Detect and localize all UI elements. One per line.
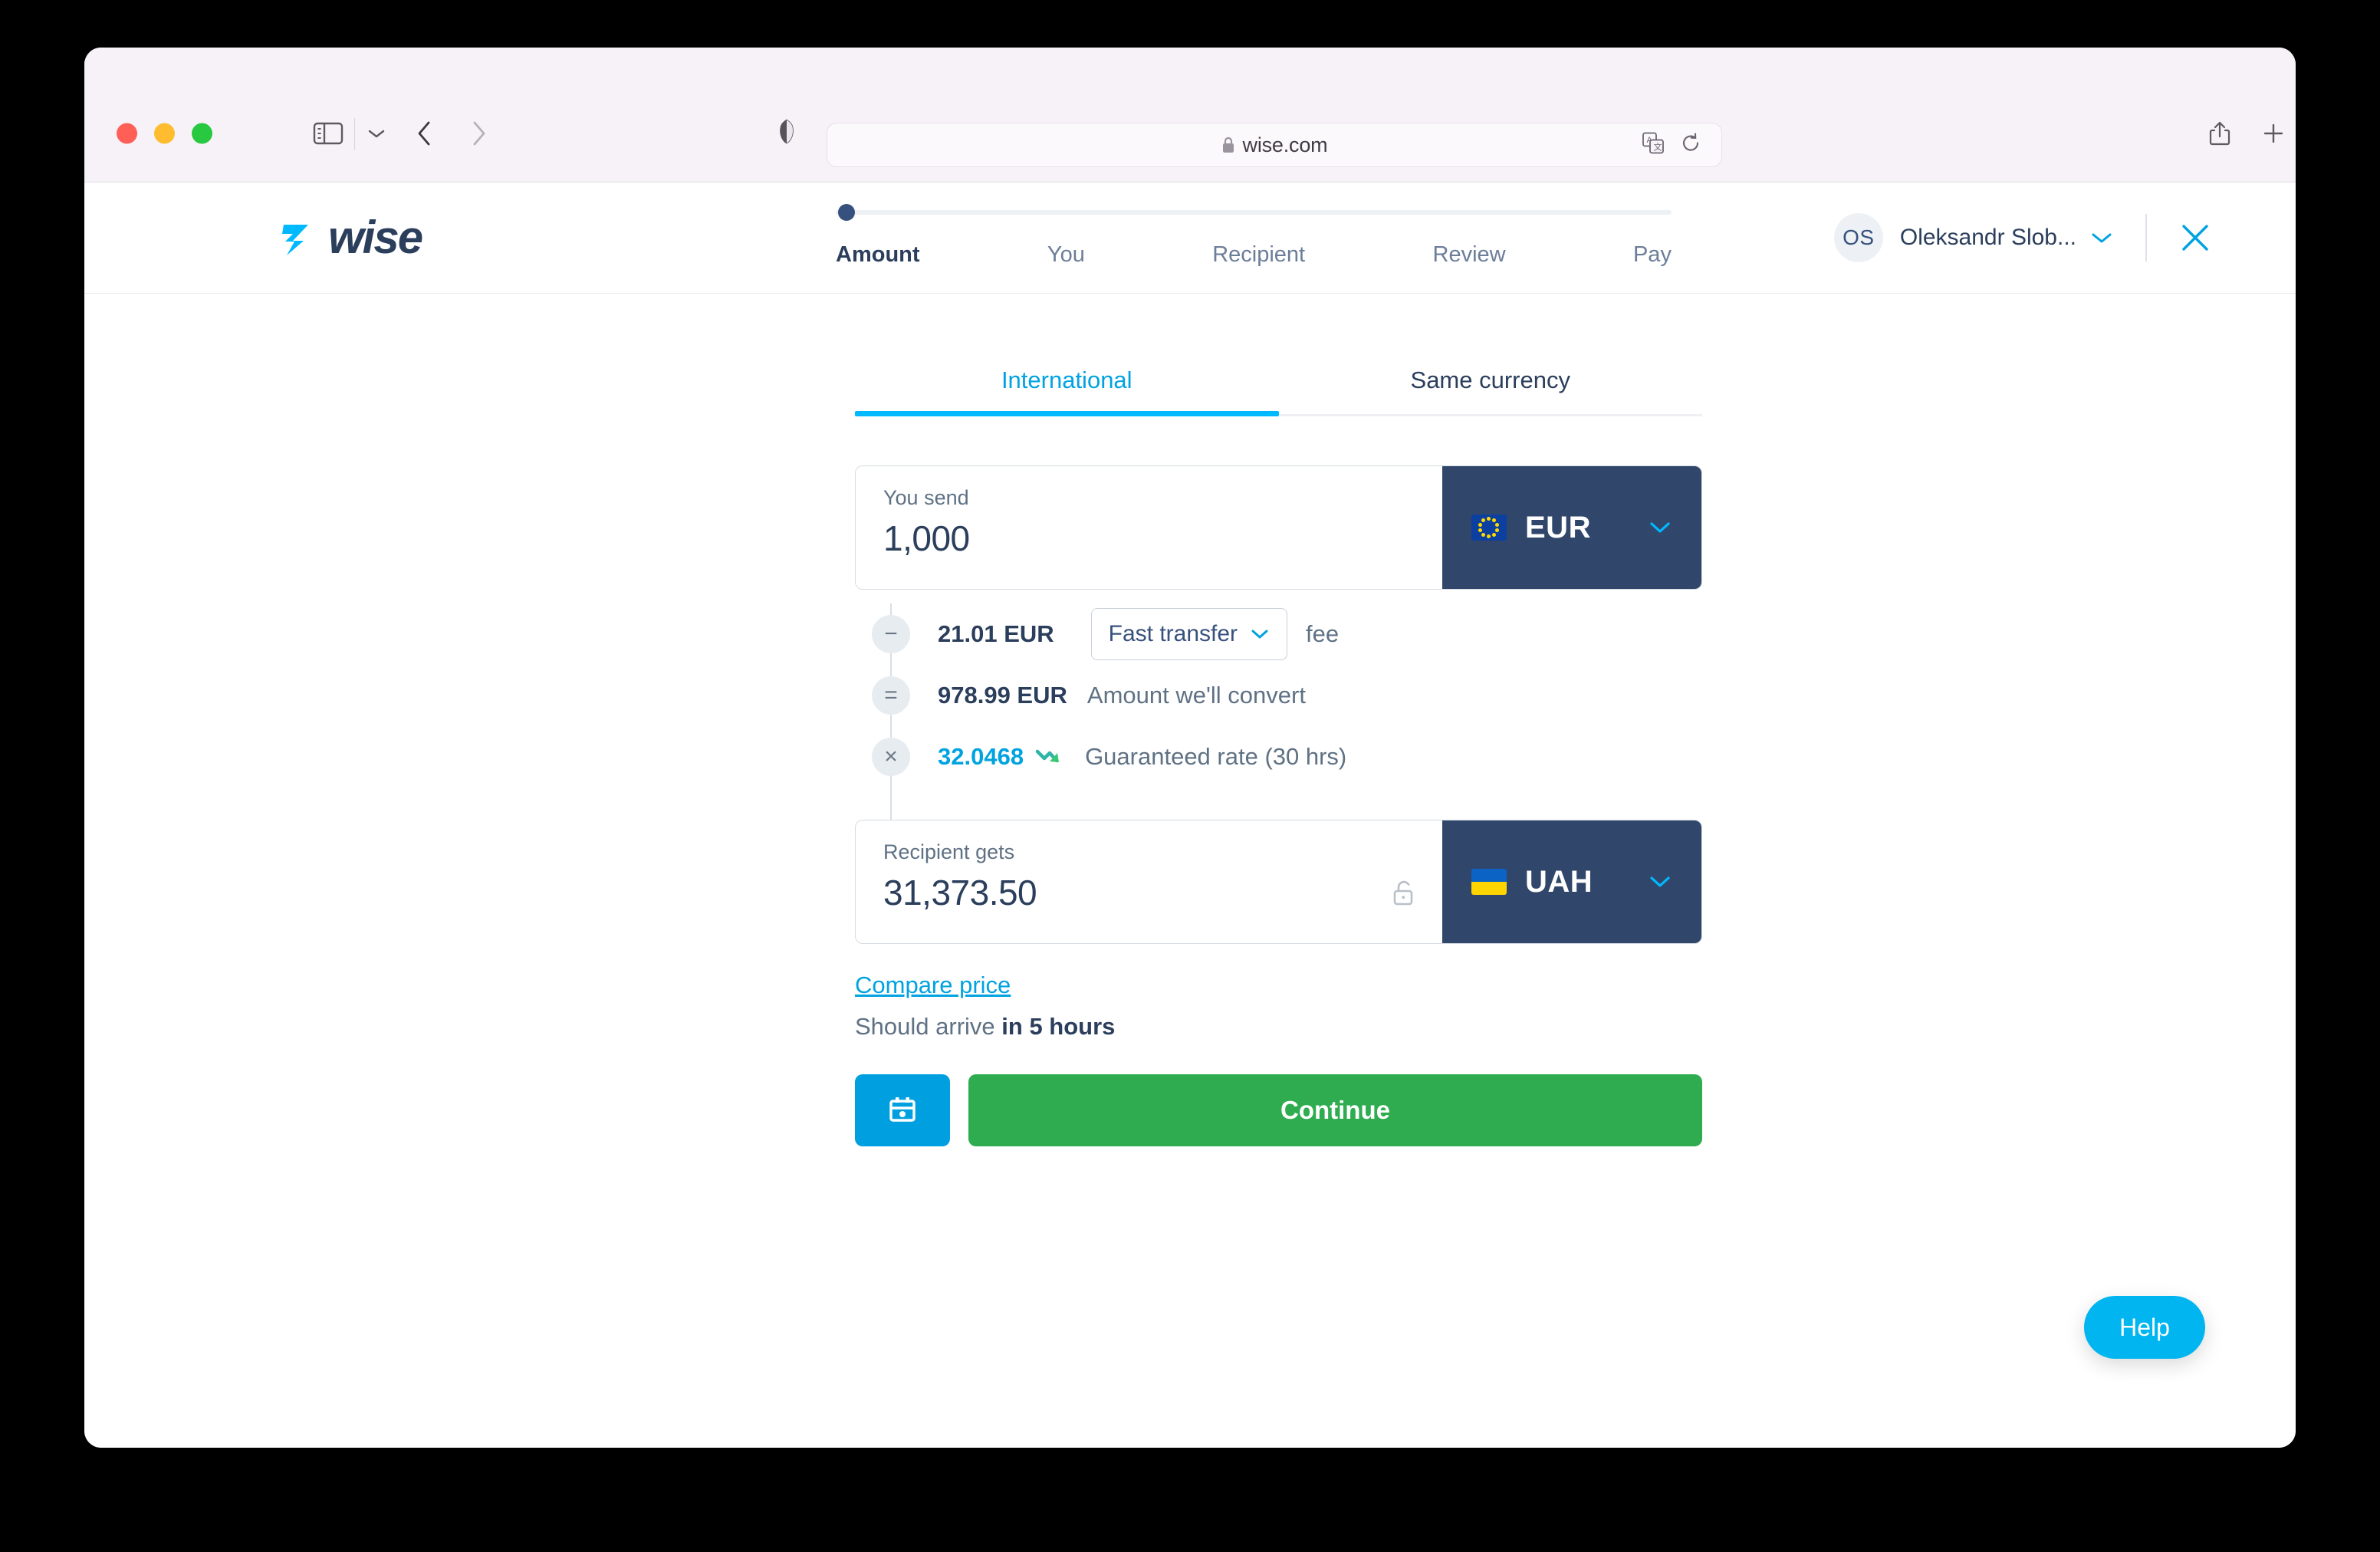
lock-icon	[1221, 136, 1235, 154]
svg-text:文: 文	[1654, 142, 1662, 153]
breakdown-row-fee: − 21.01 EUR Fast transfer fee	[855, 603, 1702, 665]
rate-description: Guaranteed rate (30 hrs)	[1085, 743, 1346, 771]
equals-operator-icon: =	[872, 676, 910, 715]
tab-international[interactable]: International	[855, 367, 1279, 414]
shield-icon[interactable]	[778, 119, 795, 149]
share-icon[interactable]	[2208, 120, 2231, 146]
recipient-gets-label: Recipient gets	[883, 840, 1415, 864]
step-review[interactable]: Review	[1433, 242, 1506, 268]
fee-suffix-label: fee	[1306, 620, 1339, 648]
step-pay[interactable]: Pay	[1633, 242, 1672, 268]
chevron-down-icon[interactable]	[1648, 874, 1672, 889]
app-header: wise Amount You Recipient Review Pay OS …	[84, 182, 2296, 294]
header-divider	[2145, 214, 2147, 261]
minimize-window-button[interactable]	[154, 123, 175, 144]
step-recipient[interactable]: Recipient	[1212, 242, 1305, 268]
calendar-icon	[884, 1092, 921, 1129]
maximize-window-button[interactable]	[192, 123, 212, 144]
minus-operator-icon: −	[872, 615, 910, 653]
convert-description: Amount we'll convert	[1087, 682, 1306, 709]
breakdown-spacer	[855, 788, 1702, 820]
receive-currency-selector[interactable]: UAH	[1442, 820, 1701, 943]
fee-amount: 21.01 EUR	[938, 620, 1054, 648]
chevron-down-icon[interactable]	[1648, 520, 1672, 535]
account-area: OS Oleksandr Slob...	[1834, 213, 2211, 262]
exchange-rate-value: 32.0468	[938, 743, 1024, 771]
compare-price-link[interactable]: Compare price	[855, 972, 1011, 999]
url-text: wise.com	[1243, 133, 1328, 157]
breakdown-row-convert: = 978.99 EUR Amount we'll convert	[855, 665, 1702, 726]
chevron-down-icon[interactable]	[2090, 231, 2113, 245]
arrival-estimate: Should arrive in 5 hours	[855, 1013, 1702, 1041]
step-you[interactable]: You	[1047, 242, 1085, 268]
close-window-button[interactable]	[117, 123, 137, 144]
chevron-down-icon	[1250, 628, 1270, 640]
progress-stepper: Amount You Recipient Review Pay	[836, 210, 1672, 268]
receive-currency-code: UAH	[1525, 865, 1593, 899]
chevron-down-icon[interactable]	[367, 127, 386, 140]
unlocked-padlock-icon	[1390, 878, 1416, 912]
help-button[interactable]: Help	[2084, 1296, 2205, 1359]
send-currency-selector[interactable]: EUR	[1442, 466, 1701, 589]
fee-type-value: Fast transfer	[1109, 621, 1238, 647]
forward-arrow-icon[interactable]	[469, 120, 488, 147]
send-currency-code: EUR	[1525, 511, 1591, 545]
step-amount[interactable]: Amount	[836, 242, 920, 268]
ua-flag-icon	[1471, 869, 1507, 895]
account-name[interactable]: Oleksandr Slob...	[1900, 225, 2076, 251]
stepper-labels: Amount You Recipient Review Pay	[836, 242, 1672, 268]
recipient-gets-input-wrapper[interactable]: Recipient gets 31,373.50	[856, 820, 1442, 943]
you-send-label: You send	[883, 486, 1415, 510]
you-send-input[interactable]: 1,000	[883, 518, 1415, 559]
chrome-divider	[354, 118, 355, 150]
schedule-transfer-button[interactable]	[855, 1074, 950, 1146]
arrival-value: in 5 hours	[1001, 1013, 1115, 1040]
browser-window: wise.com A 文	[84, 48, 2296, 1448]
plus-icon[interactable]	[2262, 122, 2285, 145]
tab-same-currency[interactable]: Same currency	[1279, 367, 1703, 414]
address-bar[interactable]: wise.com A 文	[827, 123, 1722, 167]
fee-type-dropdown[interactable]: Fast transfer	[1091, 608, 1287, 660]
you-send-field[interactable]: You send 1,000	[855, 465, 1702, 590]
wise-logo[interactable]: wise	[274, 215, 422, 261]
browser-chrome: wise.com A 文	[84, 48, 2296, 182]
continue-button[interactable]: Continue	[968, 1074, 1702, 1146]
back-arrow-icon[interactable]	[416, 120, 434, 147]
translate-icon[interactable]: A 文	[1642, 132, 1665, 159]
convert-amount: 978.99 EUR	[938, 682, 1067, 709]
trend-down-arrow-icon	[1034, 745, 1065, 768]
you-send-input-wrapper[interactable]: You send 1,000	[856, 466, 1442, 589]
window-controls	[117, 123, 212, 144]
recipient-gets-field[interactable]: Recipient gets 31,373.50 UAH	[855, 820, 1702, 944]
wise-wordmark: wise	[328, 215, 422, 261]
transfer-type-tabs: International Same currency	[855, 367, 1702, 416]
action-buttons: Continue	[855, 1074, 1702, 1146]
transfer-form: International Same currency You send 1,0…	[855, 367, 1702, 1146]
multiply-operator-icon: ×	[872, 738, 910, 776]
breakdown-row-rate: × 32.0468 Guaranteed rate (30 hrs)	[855, 726, 1702, 788]
sidebar-icon[interactable]	[313, 121, 344, 146]
recipient-gets-input[interactable]: 31,373.50	[883, 872, 1415, 913]
eu-flag-icon	[1471, 515, 1507, 541]
stepper-current-dot	[838, 204, 855, 221]
stepper-track	[836, 210, 1672, 215]
price-breakdown: − 21.01 EUR Fast transfer fee = 978.99 E…	[855, 603, 1702, 820]
reload-icon[interactable]	[1680, 133, 1701, 158]
page-content: wise Amount You Recipient Review Pay OS …	[84, 182, 2296, 1448]
arrival-prefix: Should arrive	[855, 1013, 1001, 1040]
close-icon[interactable]	[2179, 222, 2211, 254]
wise-mark-icon	[274, 215, 319, 260]
avatar[interactable]: OS	[1834, 213, 1883, 262]
